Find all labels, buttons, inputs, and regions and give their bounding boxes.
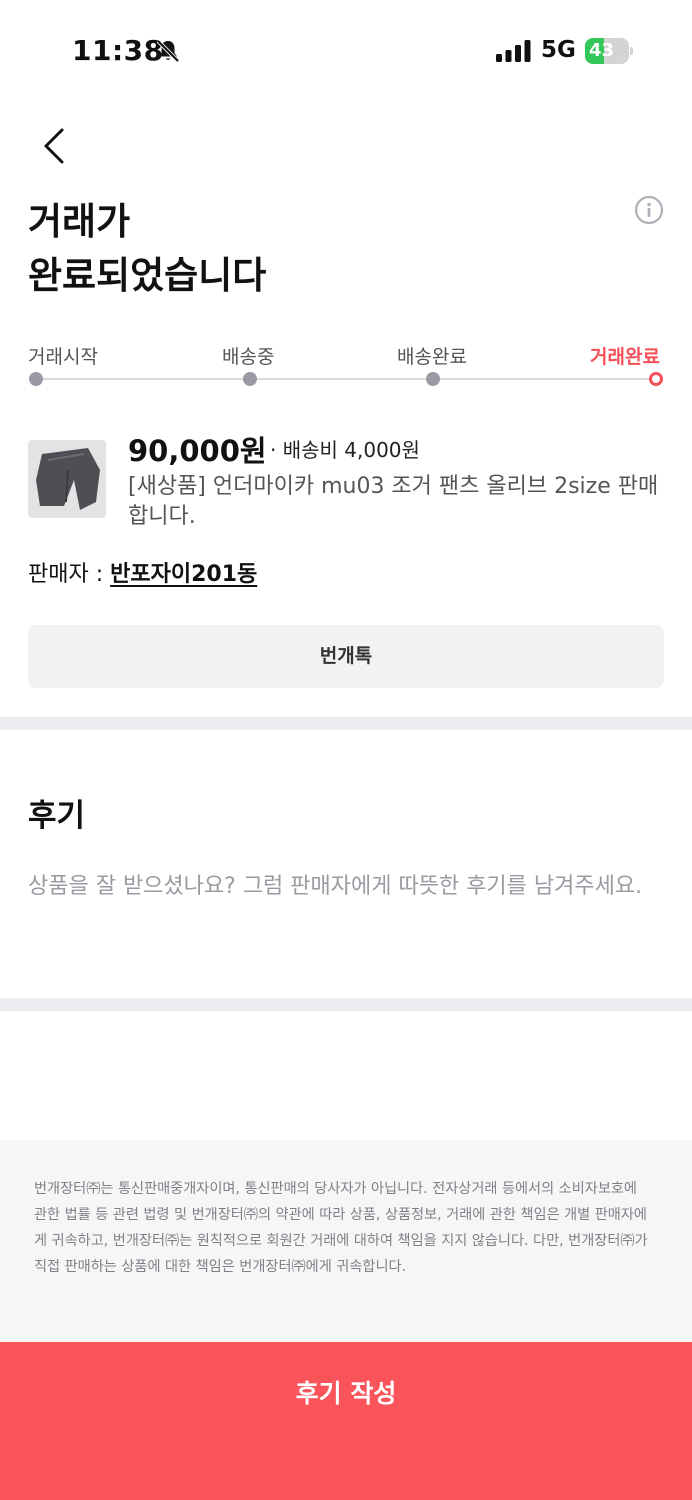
- product-title[interactable]: [새상품] 언더마이카 mu03 조거 팬츠 올리브 2size 판매 합니다.: [128, 472, 668, 532]
- page-title-line1: 거래가: [28, 200, 131, 243]
- status-bar: 11:38 5G 43: [0, 0, 692, 100]
- section-divider: [0, 717, 692, 730]
- shipping-fee: · 배송비 4,000원: [270, 438, 420, 462]
- back-arrow-icon[interactable]: [30, 122, 78, 170]
- review-heading: 후기: [28, 798, 86, 834]
- seller-row: 판매자 : 반포자이201동: [28, 556, 257, 588]
- pants-image: [28, 440, 106, 518]
- disclaimer-text: 번개장터㈜는 통신판매중개자이며, 통신판매의 당사자가 아닙니다. 전자상거래…: [34, 1181, 648, 1275]
- chat-button[interactable]: 번개톡: [28, 625, 664, 688]
- transaction-progress: 거래시작 배송중 배송완료 거래완료: [28, 338, 668, 398]
- progress-line: [36, 378, 656, 380]
- battery-level: 43: [589, 40, 615, 61]
- battery-icon: 43: [585, 38, 633, 64]
- step-label-start: 거래시작: [28, 346, 98, 368]
- step-dot-complete: [649, 372, 663, 386]
- network-type: 5G: [541, 37, 576, 63]
- page-title-line2: 완료되었습니다: [28, 254, 267, 297]
- step-dot-start: [29, 372, 43, 386]
- page-title: 거래가 완료되었습니다: [28, 195, 266, 303]
- product-thumbnail[interactable]: [28, 440, 106, 518]
- step-dot-delivered: [426, 372, 440, 386]
- section-divider: [0, 998, 692, 1011]
- write-review-button[interactable]: 후기 작성: [0, 1342, 692, 1500]
- step-label-shipping: 배송중: [222, 346, 275, 368]
- info-icon[interactable]: [634, 195, 664, 225]
- step-label-delivered: 배송완료: [397, 346, 467, 368]
- status-time: 11:38: [72, 34, 164, 67]
- seller-label: 판매자 :: [28, 562, 111, 587]
- disclaimer-area: 번개장터㈜는 통신판매중개자이며, 통신판매의 당사자가 아닙니다. 전자상거래…: [0, 1140, 692, 1342]
- step-label-complete: 거래완료: [590, 346, 660, 368]
- step-dot-shipping: [243, 372, 257, 386]
- product-price: 90,000원: [128, 434, 267, 468]
- bell-slash-icon: [156, 39, 180, 63]
- signal-icon: [496, 40, 531, 62]
- review-prompt: 상품을 잘 받으셨나요? 그럼 판매자에게 따뜻한 후기를 남겨주세요.: [28, 874, 643, 899]
- seller-name-link[interactable]: 반포자이201동: [110, 562, 257, 587]
